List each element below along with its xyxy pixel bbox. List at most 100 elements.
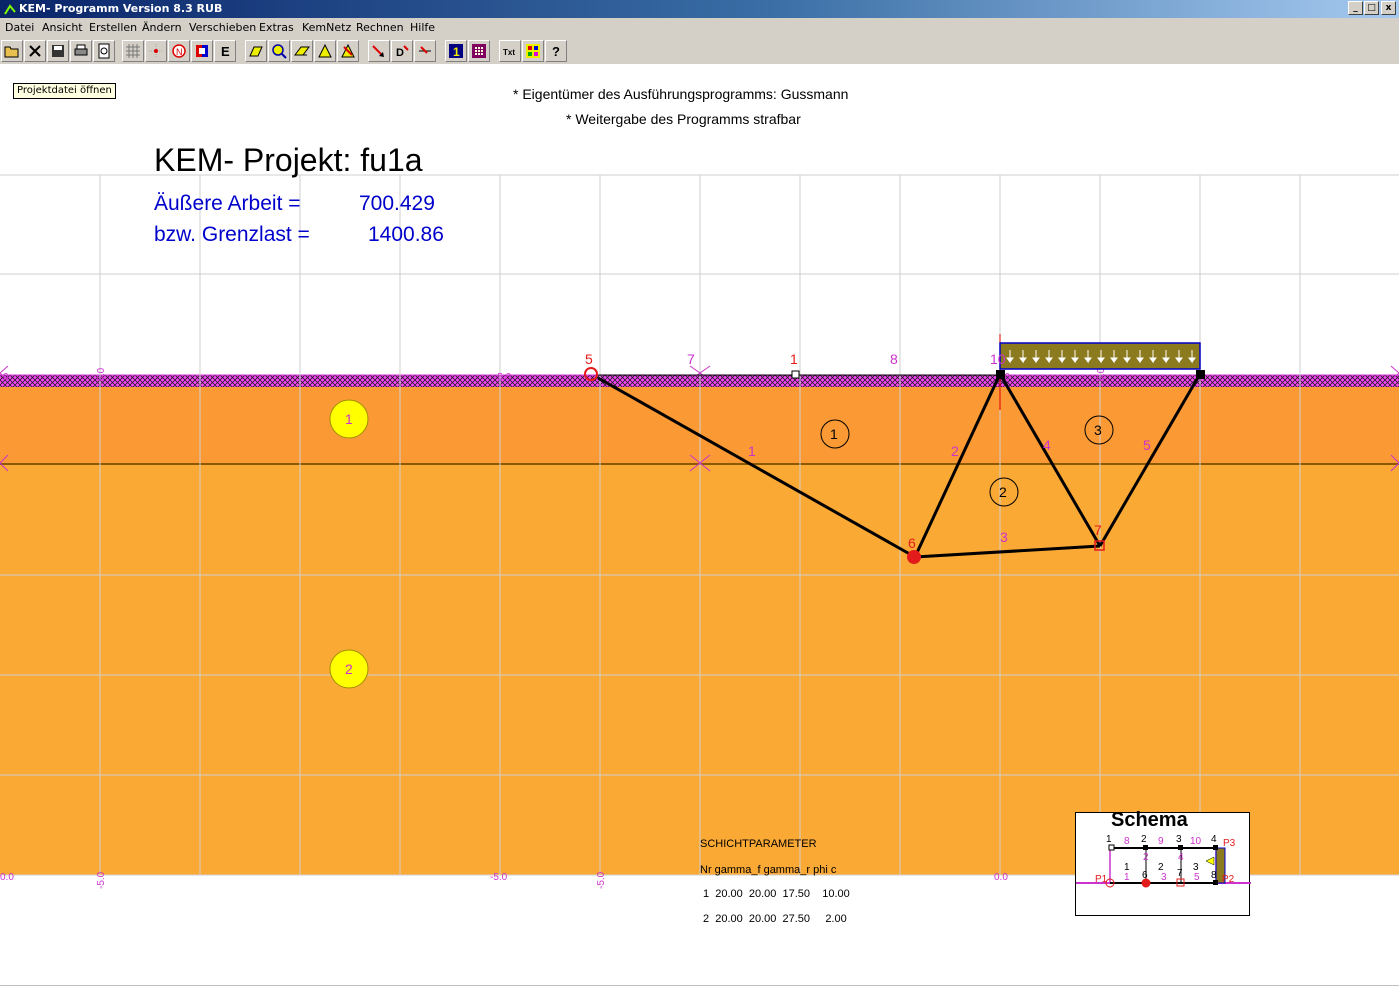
layer-badge-2[interactable]: 2 — [329, 649, 369, 689]
menu-datei[interactable]: Datei — [5, 21, 34, 34]
move-element-button[interactable] — [368, 40, 390, 62]
label-node-10: 10 — [990, 351, 1006, 367]
text-tool-button[interactable]: Txt — [499, 40, 521, 62]
layer-parameters-header: Nr gamma_f gamma_r phi c — [700, 864, 837, 876]
layer-parameters-row: 2 20.00 20.00 27.50 2.00 — [703, 913, 847, 925]
minimize-button[interactable]: _ — [1348, 1, 1363, 15]
svg-text:N: N — [176, 47, 183, 57]
matrix-view-button[interactable] — [468, 40, 490, 62]
tick-bottom-3: -5.0 — [596, 871, 607, 889]
print-button[interactable] — [70, 40, 92, 62]
svg-text:1: 1 — [345, 411, 353, 427]
schema-bot-5: 5 — [1194, 872, 1200, 883]
folder-open-icon — [4, 46, 19, 58]
menu-bar: Datei Ansicht Erstellen Ändern Verschieb… — [0, 18, 1399, 38]
tick-bottom-4: 0.0 — [994, 872, 1008, 883]
menu-extras[interactable]: Extras — [259, 21, 294, 34]
layer-badge-1[interactable]: 1 — [329, 399, 369, 439]
label-bar-5: 5 — [1143, 437, 1151, 453]
node-1[interactable] — [791, 370, 800, 379]
node-10[interactable] — [996, 370, 1005, 379]
label-node-8: 8 — [890, 351, 898, 367]
schema-bot-6: 6 — [1142, 870, 1148, 881]
grid-button[interactable] — [122, 40, 144, 62]
node-circle-icon: N — [172, 44, 186, 58]
menu-hilfe[interactable]: Hilfe — [410, 21, 435, 34]
schema-panel: Schema 1 8 2 9 3 10 4 P3 1 2 3 2 4 P1 1 … — [1075, 809, 1251, 916]
close-button[interactable]: x — [1381, 1, 1396, 15]
node-6[interactable] — [907, 550, 921, 564]
schema-bar-10: 10 — [1190, 836, 1202, 847]
svg-text:Txt: Txt — [503, 48, 515, 57]
elasticity-button[interactable]: E — [214, 40, 236, 62]
angle-icon — [318, 43, 332, 58]
save-button[interactable] — [47, 40, 69, 62]
view-one-button[interactable]: 1 — [445, 40, 467, 62]
print-preview-button[interactable] — [93, 40, 115, 62]
menu-erstellen[interactable]: Erstellen — [89, 21, 137, 34]
disk-icon — [52, 45, 64, 57]
slope-button[interactable] — [291, 40, 313, 62]
arrow-tool-button[interactable] — [337, 40, 359, 62]
schema-bar-9: 9 — [1158, 836, 1164, 847]
load-tool-button[interactable] — [414, 40, 436, 62]
snap-point-button[interactable] — [145, 40, 167, 62]
printer-icon — [74, 44, 88, 56]
schema-p1: P1 — [1095, 874, 1108, 885]
schema-node-1: 1 — [1106, 834, 1112, 845]
schema-node-4: 4 — [1211, 834, 1217, 845]
schema-diagram: 1 8 2 9 3 10 4 P3 1 2 3 2 4 P1 1 6 3 7 5… — [1076, 834, 1251, 888]
help-question-icon: ? — [552, 44, 560, 59]
schema-vert-2: 2 — [1143, 852, 1149, 863]
open-file-button[interactable] — [1, 40, 23, 62]
tick-bottom-0: 0.0 — [0, 872, 14, 883]
work-value: 700.429 — [359, 192, 435, 215]
schema-bot-7: 7 — [1177, 868, 1183, 879]
project-title: KEM- Projekt: fu1a — [154, 142, 423, 178]
node-right[interactable] — [1196, 370, 1205, 379]
tick-top-4: -5.0 — [1096, 367, 1107, 385]
maximize-button[interactable]: □ — [1364, 1, 1379, 15]
palette-button[interactable] — [522, 40, 544, 62]
layer-colors-button[interactable] — [191, 40, 213, 62]
menu-ansicht[interactable]: Ansicht — [42, 21, 83, 34]
arrow-tool-icon — [341, 43, 355, 58]
label-block-1: 1 — [830, 426, 838, 442]
menu-kemnetz[interactable]: KemNetz — [302, 21, 351, 34]
parallelogram-icon — [249, 46, 263, 57]
label-bar-2: 2 — [951, 443, 959, 459]
close-icon — [29, 45, 41, 57]
limit-value: 1400.86 — [368, 223, 444, 246]
schema-p3: P3 — [1223, 838, 1236, 849]
menu-rechnen[interactable]: Rechnen — [356, 21, 404, 34]
label-node-7: 7 — [1094, 522, 1102, 538]
schema-vert-4: 4 — [1178, 852, 1184, 863]
menu-aendern[interactable]: Ändern — [142, 21, 182, 34]
schema-node-2: 2 — [1141, 834, 1147, 845]
magnifier-icon — [272, 44, 287, 59]
load-arrow-icon — [419, 46, 431, 54]
node-mode-button[interactable]: N — [168, 40, 190, 62]
number-one-icon: 1 — [449, 44, 463, 59]
title-bar: KEM- Programm Version 8.3 RUB _ □ x — [0, 0, 1399, 18]
tick-bottom-2: -5.0 — [490, 872, 508, 883]
help-cursor-button[interactable]: ? — [545, 40, 567, 62]
distributed-load[interactable] — [999, 342, 1201, 370]
print-preview-icon — [98, 43, 110, 59]
d-arrow-icon: D — [396, 45, 409, 59]
parallelogram-button[interactable] — [245, 40, 267, 62]
menu-verschieben[interactable]: Verschieben — [189, 21, 256, 34]
zoom-button[interactable] — [268, 40, 290, 62]
work-label: Äußere Arbeit = — [154, 192, 301, 215]
delete-node-button[interactable]: D — [391, 40, 413, 62]
close-file-button[interactable] — [24, 40, 46, 62]
status-divider — [0, 985, 1399, 986]
schema-bar-8: 8 — [1124, 836, 1130, 847]
tick-top-0: 0 — [3, 372, 9, 383]
label-node-7-top: 7 — [687, 351, 695, 367]
app-icon — [4, 4, 16, 15]
tick-bottom-1: -5.0 — [96, 871, 107, 889]
text-icon: Txt — [503, 48, 515, 57]
tooltip: Projektdatei öffnen — [13, 83, 116, 99]
angle-button[interactable] — [314, 40, 336, 62]
